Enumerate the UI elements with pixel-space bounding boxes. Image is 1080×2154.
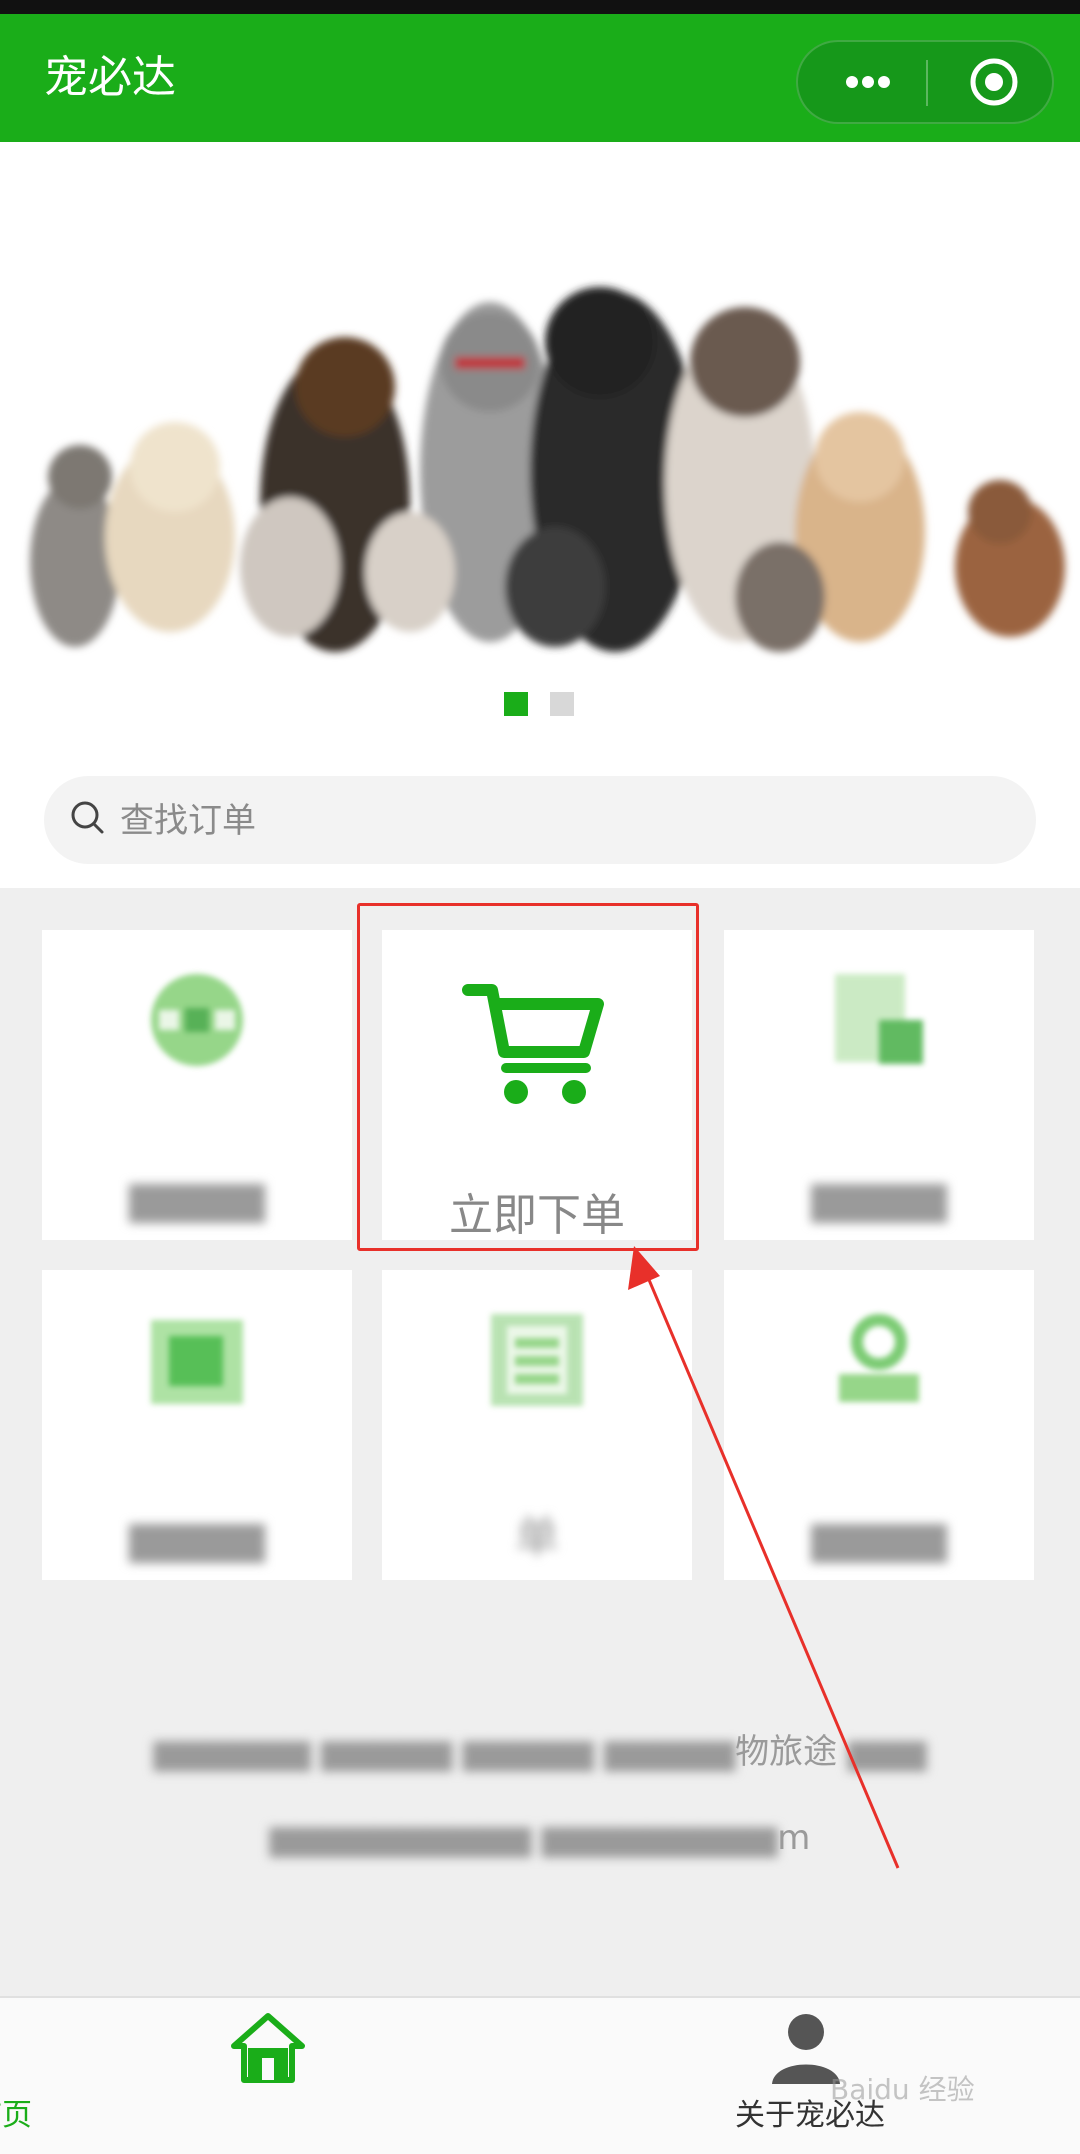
user-icon — [839, 1314, 919, 1402]
status-bar — [0, 0, 1080, 14]
tab-about-label: 关于宠必达 — [735, 2098, 885, 2133]
grid-tile-3[interactable]: ▆▆▆▆ — [724, 930, 1034, 1240]
page-title: 宠必达 — [44, 52, 176, 103]
footer-line-1: ▆▆▆▆▆▆ ▆▆▆▆▆ ▆▆▆▆▆ ▆▆▆▆▆物旅途 ▆▆▆ — [0, 1728, 1080, 1776]
footer-line-2-visible: m — [777, 1818, 811, 1858]
grid-icon-4 — [151, 1320, 243, 1404]
footer-line-1-blurred: ▆▆▆▆▆▆ ▆▆▆▆▆ ▆▆▆▆▆ ▆▆▆▆▆ — [153, 1732, 736, 1772]
search-input[interactable] — [118, 790, 1002, 852]
baidu-watermark: Baidu 经验 — [830, 2073, 975, 2106]
grid-label-1: ▆▆▆▆ — [129, 1172, 265, 1223]
grid-tile-1[interactable]: ▆▆▆▆ — [42, 930, 352, 1240]
footer-line-2: ▆▆▆▆▆▆▆▆▆▆ ▆▆▆▆▆▆▆▆▆m — [0, 1814, 1080, 1862]
search-icon — [71, 801, 104, 834]
pets-banner-image — [0, 142, 1080, 762]
home-icon — [231, 2013, 305, 2083]
grid-tile-4[interactable]: ▆▆▆▆ — [42, 1270, 352, 1580]
list-icon — [491, 1314, 583, 1406]
carousel-dot[interactable] — [550, 692, 574, 716]
grid-tile-6[interactable]: ▆▆▆▆ — [724, 1270, 1034, 1580]
grid-label-6: ▆▆▆▆ — [811, 1512, 947, 1563]
grid-tile-5[interactable]: 单 — [382, 1270, 692, 1580]
close-target-icon[interactable] — [968, 56, 1020, 108]
carousel-dot-active[interactable] — [504, 692, 528, 716]
footer-line-2-blurred: ▆▆▆▆▆▆▆▆▆▆ ▆▆▆▆▆▆▆▆▆ — [269, 1818, 778, 1858]
tab-about[interactable]: 关于宠必达 — [540, 1998, 1080, 2154]
miniprogram-capsule — [796, 40, 1054, 124]
nav-bar: 宠必达 — [0, 14, 1080, 142]
capsule-divider — [926, 60, 928, 106]
grid-icon-1 — [151, 974, 243, 1066]
tab-home[interactable]: 首页 — [0, 1998, 540, 2154]
grid-label-3: ▆▆▆▆ — [811, 1172, 947, 1223]
carousel-indicators — [0, 692, 1080, 716]
highlight-annotation-box — [357, 903, 699, 1251]
more-icon[interactable] — [828, 42, 908, 122]
search-section — [0, 762, 1080, 888]
grid-icon-3 — [835, 974, 923, 1064]
grid-label-5: 单 — [515, 1512, 559, 1563]
footer-line-1-tail: ▆▆▆ — [837, 1732, 927, 1772]
app-screen: 宠必达 查找订单 ▆▆▆▆ 立即下单 ▆▆▆▆ ▆▆▆▆ 单 ▆▆▆▆ ▆▆▆▆… — [0, 0, 1080, 2154]
search-bar[interactable] — [44, 776, 1036, 864]
tab-home-label: 首页 — [0, 2098, 32, 2133]
banner-carousel[interactable] — [0, 142, 1080, 762]
footer-line-1-visible: 物旅途 — [735, 1732, 838, 1772]
grid-label-4: ▆▆▆▆ — [129, 1512, 265, 1563]
